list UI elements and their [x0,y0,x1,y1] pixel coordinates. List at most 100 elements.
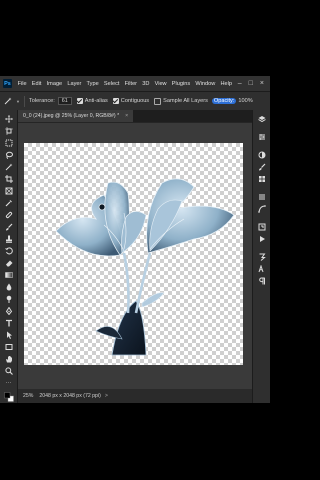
glyphs-panel-button[interactable] [253,251,270,263]
character-panel-button[interactable] [253,263,270,275]
blur-tool[interactable] [0,281,17,293]
clone-stamp-icon [5,235,12,243]
tools-panel: ··· [0,110,18,403]
eyedropper-icon [5,200,12,207]
opacity-value[interactable]: 100% [238,98,252,104]
window-controls: – □ × [238,80,270,87]
eraser-icon [5,260,12,267]
eraser-tool[interactable] [0,257,17,269]
document-tab-bar: 0_0 (24).jpeg @ 25% (Layer 0, RGB/8#) * … [18,110,252,122]
chevron-down-icon[interactable]: ▼ [16,99,20,104]
libraries-icon [259,176,265,182]
maximize-icon[interactable]: □ [249,80,253,87]
menu-edit[interactable]: Edit [29,81,44,87]
paragraph-icon [259,277,265,285]
paths-panel-button[interactable] [253,203,270,215]
channels-panel-button[interactable] [253,191,270,203]
properties-icon [259,134,265,140]
adjustments-panel-button[interactable] [253,149,270,161]
opacity-field[interactable]: Opacity: 100% [211,98,253,104]
paths-icon [258,205,266,213]
status-menu-chevron-icon[interactable]: > [105,393,108,399]
path-selection-tool[interactable] [0,329,17,341]
history-icon [258,223,266,231]
opacity-label: Opacity: [211,98,237,104]
layers-panel-button[interactable] [253,113,270,125]
close-tab-icon[interactable]: × [125,113,128,119]
rectangle-tool[interactable] [0,341,17,353]
clone-stamp-tool[interactable] [0,233,17,245]
actions-panel-button[interactable] [253,233,270,245]
history-panel-button[interactable] [253,221,270,233]
document-tab[interactable]: 0_0 (24).jpeg @ 25% (Layer 0, RGB/8#) * … [18,110,134,122]
menu-select[interactable]: Select [101,81,122,87]
menu-3d[interactable]: 3D [140,81,152,87]
channels-icon [259,194,265,200]
minimize-icon[interactable]: – [238,80,242,87]
menu-filter[interactable]: Filter [122,81,140,87]
contiguous-checkbox[interactable] [112,98,119,104]
color-swatches-icon [3,392,14,402]
crop-tool[interactable] [0,173,17,185]
gradient-tool[interactable] [0,269,17,281]
layers-icon [258,116,266,123]
glyphs-icon [259,253,266,261]
close-icon[interactable]: × [260,80,264,87]
history-brush-tool[interactable] [0,245,17,257]
menu-bar: Ps File Edit Image Layer Type Select Fil… [0,76,270,91]
pen-tool[interactable] [0,305,17,317]
hand-tool[interactable] [0,353,17,365]
canvas-workspace[interactable] [18,123,252,389]
anti-alias-checkbox[interactable] [76,98,83,104]
rectangle-icon [5,344,12,350]
magic-wand-tool[interactable] [0,161,17,173]
menu-window[interactable]: Window [193,81,218,87]
marquee-tool[interactable] [0,137,17,149]
tool-preset-picker[interactable] [0,97,16,105]
zoom-level[interactable]: 25% [18,393,39,399]
artboard-tool[interactable] [0,125,17,137]
frame-tool[interactable] [0,185,17,197]
divider [23,95,25,107]
libraries-panel-button[interactable] [253,173,270,185]
more-tools-button[interactable]: ··· [0,377,17,389]
document-tab-title: 0_0 (24).jpeg @ 25% (Layer 0, RGB/8#) * [23,113,120,119]
menu-help[interactable]: Help [218,81,235,87]
crop-icon [4,175,13,183]
document-canvas[interactable] [24,143,243,365]
move-tool[interactable] [0,113,17,125]
menu-layer[interactable]: Layer [65,81,84,87]
properties-panel-button[interactable] [253,131,270,143]
dodge-tool[interactable] [0,293,17,305]
lasso-tool[interactable] [0,149,17,161]
healing-brush-tool[interactable] [0,209,17,221]
photoshop-logo: Ps [3,79,12,88]
anti-alias-label: Anti-alias [84,98,108,104]
menu-view[interactable]: View [152,81,169,87]
tolerance-input[interactable]: 61 [57,97,72,105]
healing-brush-icon [5,211,12,219]
status-bar: 25% 2048 px x 2048 px (72 ppi) > [18,389,252,403]
actions-icon [260,236,265,242]
more-tools-icon: ··· [5,380,12,386]
menu-type[interactable]: Type [84,81,101,87]
history-brush-icon [4,247,13,255]
menu-plugins[interactable]: Plugins [169,81,193,87]
menu-file[interactable]: File [15,81,29,87]
lasso-icon [5,151,13,159]
type-icon [5,319,12,327]
contiguous-label: Contiguous [120,98,150,104]
eyedropper-tool[interactable] [0,197,17,209]
magic-wand-icon [4,97,12,105]
menu-image[interactable]: Image [44,81,65,87]
zoom-icon [4,367,13,375]
brushes-icon [259,163,266,171]
paragraph-panel-button[interactable] [253,275,270,287]
sample-all-layers-checkbox[interactable] [154,97,162,105]
type-tool[interactable] [0,317,17,329]
zoom-tool[interactable] [0,365,17,377]
brush-tool[interactable] [0,221,17,233]
color-swatches[interactable] [0,389,17,403]
blur-icon [6,283,11,291]
brushes-panel-button[interactable] [253,161,270,173]
